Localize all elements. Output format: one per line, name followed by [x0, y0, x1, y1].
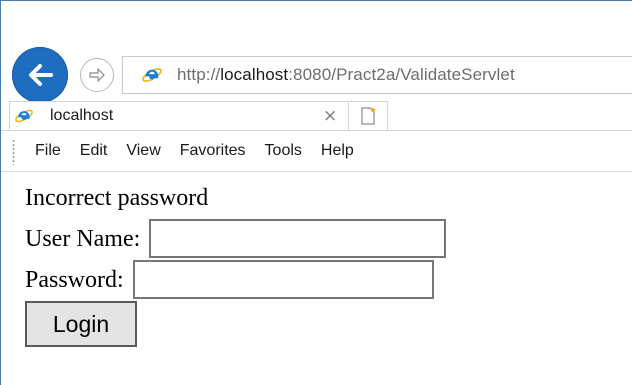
new-tab-button[interactable]: [350, 101, 388, 130]
internet-explorer-icon: [15, 109, 33, 123]
browser-window: http://localhost:8080/Pract2a/ValidateSe…: [0, 0, 632, 385]
url-text[interactable]: http://localhost:8080/Pract2a/ValidateSe…: [177, 65, 515, 85]
new-tab-icon: [360, 107, 376, 125]
menu-item-help[interactable]: Help: [321, 141, 354, 161]
username-label: User Name:: [25, 225, 141, 252]
url-path: :8080/Pract2a/ValidateServlet: [288, 65, 515, 84]
menu-item-view[interactable]: View: [126, 141, 160, 161]
back-arrow-icon: [29, 64, 53, 86]
url-host: localhost: [220, 65, 289, 84]
menu-item-favorites[interactable]: Favorites: [180, 141, 246, 161]
menu-grip[interactable]: [12, 139, 15, 165]
password-label: Password:: [25, 266, 124, 293]
internet-explorer-icon: [142, 68, 162, 82]
forward-arrow-icon: [89, 68, 105, 82]
menu-item-tools[interactable]: Tools: [265, 141, 302, 161]
address-bar[interactable]: http://localhost:8080/Pract2a/ValidateSe…: [122, 56, 632, 94]
password-row: Password:: [25, 260, 434, 299]
menu-item-file[interactable]: File: [35, 141, 61, 161]
url-scheme: http://: [177, 65, 221, 84]
menu-divider: [1, 171, 632, 172]
tab-title: localhost: [50, 107, 114, 124]
error-message: Incorrect password: [25, 185, 209, 211]
menu-bar: File Edit View Favorites Tools Help: [1, 131, 632, 171]
login-button[interactable]: Login: [25, 301, 137, 347]
menu-items: File Edit View Favorites Tools Help: [35, 141, 354, 161]
username-row: User Name:: [25, 219, 447, 258]
back-button[interactable]: [12, 47, 68, 103]
close-icon[interactable]: ×: [323, 105, 337, 127]
forward-button[interactable]: [80, 58, 114, 92]
password-input[interactable]: [132, 260, 434, 299]
tab-localhost[interactable]: localhost ×: [9, 101, 349, 130]
menu-item-edit[interactable]: Edit: [80, 141, 108, 161]
username-input[interactable]: [149, 219, 447, 258]
